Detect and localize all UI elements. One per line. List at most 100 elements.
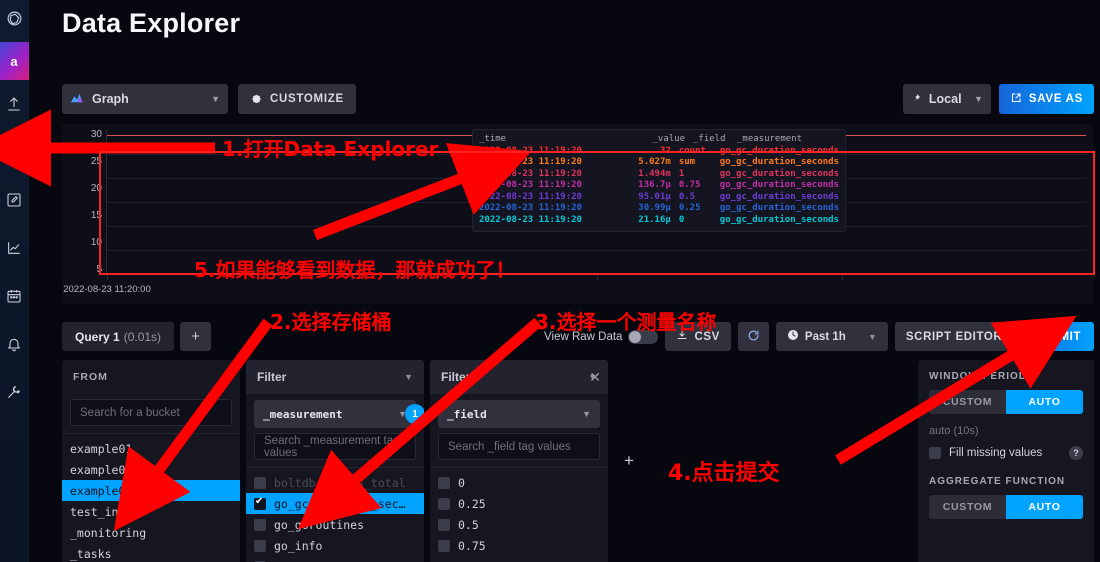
tag-key-dropdown[interactable]: _measurement ▼ 1 bbox=[254, 400, 424, 428]
add-query-button[interactable]: + bbox=[180, 322, 212, 351]
bucket-label: _tasks bbox=[70, 546, 112, 561]
checkbox[interactable] bbox=[254, 476, 266, 489]
tag-key-label: _field bbox=[447, 407, 487, 421]
field-search-input[interactable]: Search _field tag values bbox=[438, 433, 600, 460]
sidebar-item-avatar[interactable]: a bbox=[0, 42, 29, 80]
list-item[interactable]: go_memstats_alloc_… bbox=[246, 556, 424, 562]
query-tab-1[interactable]: Query 1 (0.01s) bbox=[62, 322, 175, 351]
list-item[interactable]: go_goroutines bbox=[246, 514, 424, 535]
cell-time: 2022-08-23 11:19:20 bbox=[479, 191, 582, 202]
filter-type-dropdown[interactable]: Filter ▼ bbox=[430, 360, 608, 394]
sidebar-item-data-explorer[interactable] bbox=[0, 128, 29, 176]
table-row: 2022-08-23 11:19:20 1.494m 1 go_gc_durat… bbox=[479, 169, 839, 181]
cell-measurement: go_gc_duration_seconds bbox=[719, 157, 839, 167]
save-as-button[interactable]: SAVE AS bbox=[998, 84, 1094, 114]
fill-missing-values-row[interactable]: Fill missing values ? bbox=[918, 437, 1094, 460]
list-item[interactable]: boltdb_writes_total bbox=[246, 472, 424, 493]
cell-measurement: go_gc_duration_seconds bbox=[719, 203, 839, 213]
tag-key-label: _measurement bbox=[263, 407, 343, 421]
y-tick: 20 bbox=[90, 183, 102, 194]
script-editor-button[interactable]: SCRIPT EDITOR bbox=[894, 322, 1014, 351]
checkbox[interactable] bbox=[438, 539, 450, 552]
list-item-selected[interactable]: example03 bbox=[62, 480, 240, 501]
list-item[interactable]: 0 bbox=[430, 472, 608, 493]
submit-button[interactable]: SUBMIT bbox=[1020, 322, 1094, 351]
aggregate-function-toggle: CUSTOM AUTO bbox=[929, 495, 1083, 519]
time-range-dropdown[interactable]: Past 1h ▼ bbox=[775, 322, 888, 351]
list-item[interactable]: 0.75 bbox=[430, 535, 608, 556]
list-item-selected[interactable]: go_gc_duration_sec… bbox=[246, 493, 424, 514]
filter-header-label: Filter bbox=[257, 370, 287, 384]
left-navbar: a bbox=[0, 0, 29, 562]
cell-value: 136.7µ bbox=[638, 180, 671, 190]
sidebar-item-dashboards[interactable] bbox=[0, 224, 29, 272]
refresh-button[interactable] bbox=[737, 322, 769, 351]
sidebar-item-settings[interactable] bbox=[0, 368, 29, 416]
cell-time: 2022-08-23 11:19:20 bbox=[479, 168, 582, 179]
cell-measurement: go_gc_duration_seconds bbox=[719, 180, 839, 190]
cell-field: 0.5 bbox=[678, 191, 696, 202]
field-value-label: 0.5 bbox=[458, 517, 479, 532]
hover-tooltip-table: _time _value _field _measurement 2022-08… bbox=[472, 129, 846, 232]
customize-button[interactable]: CUSTOMIZE bbox=[238, 84, 356, 114]
external-link-icon bbox=[1010, 92, 1022, 107]
list-item[interactable]: example02 bbox=[62, 459, 240, 480]
list-item[interactable]: 0.25 bbox=[430, 493, 608, 514]
bucket-search-input[interactable]: Search for a bucket bbox=[70, 399, 232, 426]
plus-icon: + bbox=[191, 328, 200, 345]
checkbox-checked[interactable] bbox=[254, 496, 266, 510]
tooltip-header-row: _time _value _field _measurement bbox=[479, 134, 839, 146]
sidebar-item-load-data[interactable] bbox=[0, 80, 29, 128]
bucket-label: test_init bbox=[70, 504, 133, 519]
tooltip-col-value: _value bbox=[652, 134, 685, 144]
from-card: FROM Search for a bucket example01 examp… bbox=[62, 360, 240, 562]
gridline bbox=[107, 250, 1086, 251]
filter-type-dropdown[interactable]: Filter ▼ bbox=[246, 360, 424, 394]
list-item[interactable]: go_info bbox=[246, 535, 424, 556]
window-custom-button[interactable]: CUSTOM bbox=[929, 390, 1006, 414]
cell-time: 2022-08-23 11:19:20 bbox=[479, 157, 582, 167]
close-icon[interactable]: ✕ bbox=[589, 369, 601, 386]
list-item[interactable]: _tasks bbox=[62, 543, 240, 562]
cell-field: 0.25 bbox=[678, 203, 701, 213]
sidebar-item-tasks[interactable] bbox=[0, 272, 29, 320]
chevron-down-icon: ▼ bbox=[404, 372, 413, 382]
checkbox[interactable] bbox=[438, 518, 450, 531]
table-row: 2022-08-23 11:19:20 30.99µ 0.25 go_gc_du… bbox=[479, 203, 839, 215]
checkbox[interactable] bbox=[254, 518, 266, 531]
y-tick: 15 bbox=[90, 210, 102, 221]
page-title: Data Explorer bbox=[62, 8, 241, 38]
sidebar-item-notebooks[interactable] bbox=[0, 176, 29, 224]
tag-key-dropdown[interactable]: _field ▼ bbox=[438, 400, 600, 428]
aggregate-custom-button[interactable]: CUSTOM bbox=[929, 495, 1006, 519]
logo-icon[interactable] bbox=[0, 0, 29, 36]
list-item[interactable]: 0.5 bbox=[430, 514, 608, 535]
checkbox[interactable] bbox=[438, 497, 450, 510]
cell-field: 1 bbox=[678, 168, 685, 179]
sidebar-item-alerts[interactable] bbox=[0, 320, 29, 368]
list-item[interactable]: test_init bbox=[62, 501, 240, 522]
annotation-step5: 5.如果能够看到数据，那就成功了！ bbox=[194, 258, 516, 282]
help-icon[interactable]: ? bbox=[1069, 446, 1083, 460]
annotation-step4: 4.点击提交 bbox=[668, 461, 780, 486]
aggregate-auto-button[interactable]: AUTO bbox=[1006, 495, 1083, 519]
checkbox[interactable] bbox=[254, 539, 266, 552]
tooltip-col-time: _time bbox=[479, 134, 507, 144]
y-tick: 5 bbox=[96, 264, 102, 275]
bucket-label: example01 bbox=[70, 441, 133, 456]
local-dropdown[interactable]: Local ▼ bbox=[902, 84, 991, 114]
visualization-toolbar: Graph ▼ CUSTOMIZE bbox=[62, 84, 356, 114]
measurement-label: go_gc_duration_sec… bbox=[274, 496, 406, 511]
customize-label: CUSTOMIZE bbox=[270, 93, 344, 105]
refresh-icon bbox=[747, 329, 760, 345]
checkbox[interactable] bbox=[929, 447, 941, 459]
checkbox[interactable] bbox=[438, 476, 450, 489]
window-auto-button[interactable]: AUTO bbox=[1006, 390, 1083, 414]
list-item[interactable]: _monitoring bbox=[62, 522, 240, 543]
aggregate-function-label: AGGREGATE FUNCTION bbox=[929, 476, 1066, 487]
add-filter-button[interactable]: + bbox=[614, 360, 644, 562]
measurement-search-input[interactable]: Search _measurement tag values bbox=[254, 433, 416, 460]
list-item[interactable]: example01 bbox=[62, 438, 240, 459]
visualization-type-dropdown[interactable]: Graph ▼ bbox=[62, 84, 228, 114]
table-row: 2022-08-23 11:19:20 21.16µ 0 go_gc_durat… bbox=[479, 215, 839, 227]
